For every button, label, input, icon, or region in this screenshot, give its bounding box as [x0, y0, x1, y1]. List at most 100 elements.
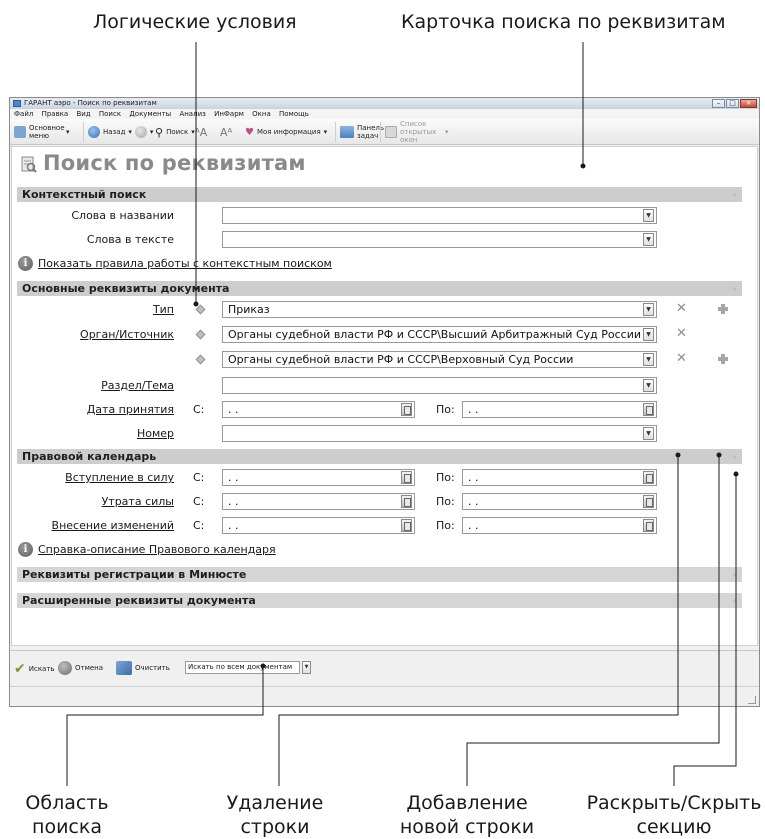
- loss-of-force-label[interactable]: Утрата силы: [32, 495, 174, 509]
- font-smaller-button[interactable]: Aᴬ: [220, 123, 232, 141]
- loss-of-force-from-input[interactable]: . .: [222, 493, 415, 510]
- delete-row-icon[interactable]: ✕: [676, 302, 687, 315]
- number-label[interactable]: Номер: [52, 427, 174, 441]
- calendar-icon[interactable]: [401, 403, 412, 416]
- loss-of-force-to-input[interactable]: . .: [462, 493, 657, 510]
- section-theme-input[interactable]: [222, 377, 657, 394]
- menu-help[interactable]: Помощь: [279, 110, 309, 118]
- menu-edit[interactable]: Правка: [42, 110, 69, 118]
- entry-into-force-from-input[interactable]: . .: [222, 469, 415, 486]
- adoption-date-label[interactable]: Дата принятия: [52, 403, 174, 417]
- taskbar-icon: [340, 126, 354, 138]
- back-button[interactable]: Назад ▾ ▾: [88, 123, 153, 141]
- legal-calendar-help-link[interactable]: Справка-описание Правового календаря: [38, 543, 276, 557]
- amendments-from-input[interactable]: . .: [222, 517, 415, 534]
- organ-input-2[interactable]: Органы судебной власти РФ и СССР\Верховн…: [222, 351, 657, 368]
- organ-label[interactable]: Орган/Источник: [52, 328, 174, 342]
- open-windows-button[interactable]: Список открытых окон ▾: [385, 120, 449, 144]
- section-extended-details[interactable]: Расширенные реквизиты документа ◦: [17, 593, 742, 608]
- section-basic-details[interactable]: Основные реквизиты документа ◦: [17, 281, 742, 296]
- my-info-button[interactable]: ♥ Моя информация ▾: [245, 123, 327, 141]
- section-context-search[interactable]: Контекстный поиск ◦: [17, 187, 742, 202]
- chevron-down-icon: ▾: [323, 128, 328, 136]
- taskbar-button[interactable]: Панель задач: [340, 123, 384, 141]
- resize-grip-icon[interactable]: [748, 696, 756, 704]
- calendar-icon[interactable]: [643, 519, 654, 532]
- type-input[interactable]: Приказ: [222, 301, 657, 318]
- window-title: ГАРАНТ аэро - Поиск по реквизитам: [24, 99, 157, 107]
- collapse-toggle-icon[interactable]: ◦: [732, 188, 737, 203]
- font-larger-button[interactable]: ᴬA: [195, 123, 207, 141]
- cancel-button[interactable]: Отмена: [58, 661, 103, 675]
- main-menu-button[interactable]: Основное меню ▾: [14, 123, 76, 141]
- entry-into-force-to-input[interactable]: . .: [462, 469, 657, 486]
- chevron-down-icon[interactable]: ▼: [643, 427, 654, 440]
- type-label[interactable]: Тип: [52, 303, 174, 317]
- maximize-button[interactable]: □: [726, 99, 739, 108]
- forward-arrow-icon[interactable]: [134, 126, 147, 138]
- callout-search-area: Область поиска: [25, 792, 109, 838]
- clear-button[interactable]: Очистить: [116, 661, 170, 675]
- logic-condition-icon[interactable]: [195, 329, 206, 340]
- amendments-label[interactable]: Внесение изменений: [32, 519, 174, 533]
- search-button[interactable]: ⚲ Поиск ▾: [155, 123, 195, 141]
- calendar-icon[interactable]: [401, 495, 412, 508]
- calendar-icon[interactable]: [401, 519, 412, 532]
- calendar-icon[interactable]: [643, 403, 654, 416]
- menu-infarm[interactable]: ИнФарм: [214, 110, 244, 118]
- section-minjust-registration[interactable]: Реквизиты регистрации в Минюсте ◦: [17, 567, 742, 582]
- menu-analysis[interactable]: Анализ: [179, 110, 205, 118]
- collapse-toggle-icon[interactable]: ◦: [732, 450, 737, 465]
- collapse-toggle-icon[interactable]: ◦: [732, 282, 737, 297]
- expand-toggle-icon[interactable]: ◦: [732, 568, 737, 583]
- menu-search[interactable]: Поиск: [99, 110, 121, 118]
- section-legal-calendar[interactable]: Правовой календарь ◦: [17, 449, 742, 464]
- delete-row-icon[interactable]: ✕: [676, 352, 687, 365]
- search-submit-button[interactable]: ✔ Искать: [14, 661, 55, 677]
- adoption-date-to-input[interactable]: . .: [462, 401, 657, 418]
- chevron-down-icon[interactable]: ▼: [643, 209, 654, 222]
- loss-from-label: С:: [193, 495, 205, 508]
- heart-icon: ♥: [245, 126, 254, 138]
- logic-condition-icon[interactable]: [195, 354, 206, 365]
- menu-view[interactable]: Вид: [76, 110, 90, 118]
- chevron-down-icon[interactable]: ▼: [643, 303, 654, 316]
- search-area: ✔ Искать Отмена Очистить Искать по всем …: [10, 650, 759, 684]
- chevron-down-icon[interactable]: ▼: [643, 233, 654, 246]
- search-scope-select[interactable]: Искать по всем документам: [185, 661, 300, 674]
- words-in-title-input[interactable]: [222, 207, 657, 224]
- delete-row-icon[interactable]: ✕: [676, 327, 687, 340]
- chevron-down-icon: ▾: [149, 128, 154, 136]
- close-button[interactable]: ×: [740, 99, 757, 108]
- context-search-help-link[interactable]: Показать правила работы с контекстным по…: [38, 257, 332, 271]
- section-theme-label[interactable]: Раздел/Тема: [52, 379, 174, 393]
- callout-add-row: Добавление новой строки: [399, 792, 535, 838]
- menu-windows[interactable]: Окна: [252, 110, 271, 118]
- organ-input-1[interactable]: Органы судебной власти РФ и СССР\Высший …: [222, 326, 657, 343]
- calendar-icon[interactable]: [401, 471, 412, 484]
- calendar-icon[interactable]: [643, 471, 654, 484]
- chevron-down-icon[interactable]: ▼: [643, 353, 654, 366]
- menu-documents[interactable]: Документы: [129, 110, 171, 118]
- words-in-text-input[interactable]: [222, 231, 657, 248]
- menu-file[interactable]: Файл: [14, 110, 33, 118]
- chevron-down-icon: ▾: [445, 128, 449, 136]
- add-row-icon[interactable]: [718, 354, 728, 364]
- clear-icon: [116, 661, 132, 675]
- font-decrease-icon: Aᴬ: [220, 125, 233, 139]
- calendar-icon[interactable]: [643, 495, 654, 508]
- entry-into-force-label[interactable]: Вступление в силу: [32, 471, 174, 485]
- chevron-down-icon[interactable]: ▼: [643, 328, 654, 341]
- minimize-button[interactable]: –: [712, 99, 725, 108]
- entry-from-label: С:: [193, 471, 205, 484]
- expand-toggle-icon[interactable]: ◦: [732, 594, 737, 609]
- number-input[interactable]: [222, 425, 657, 442]
- callout-toggle-section: Раскрыть/Скрыть секцию: [586, 792, 762, 838]
- add-row-icon[interactable]: [718, 304, 728, 314]
- chevron-down-icon[interactable]: ▼: [643, 379, 654, 392]
- adoption-date-from-input[interactable]: . .: [222, 401, 415, 418]
- amendments-to-input[interactable]: . .: [462, 517, 657, 534]
- chevron-down-icon[interactable]: ▼: [302, 661, 311, 674]
- logic-condition-icon[interactable]: [195, 304, 206, 315]
- toolbar: Основное меню ▾ Назад ▾ ▾ ⚲ Поиск ▾ ᴬA A…: [10, 119, 759, 145]
